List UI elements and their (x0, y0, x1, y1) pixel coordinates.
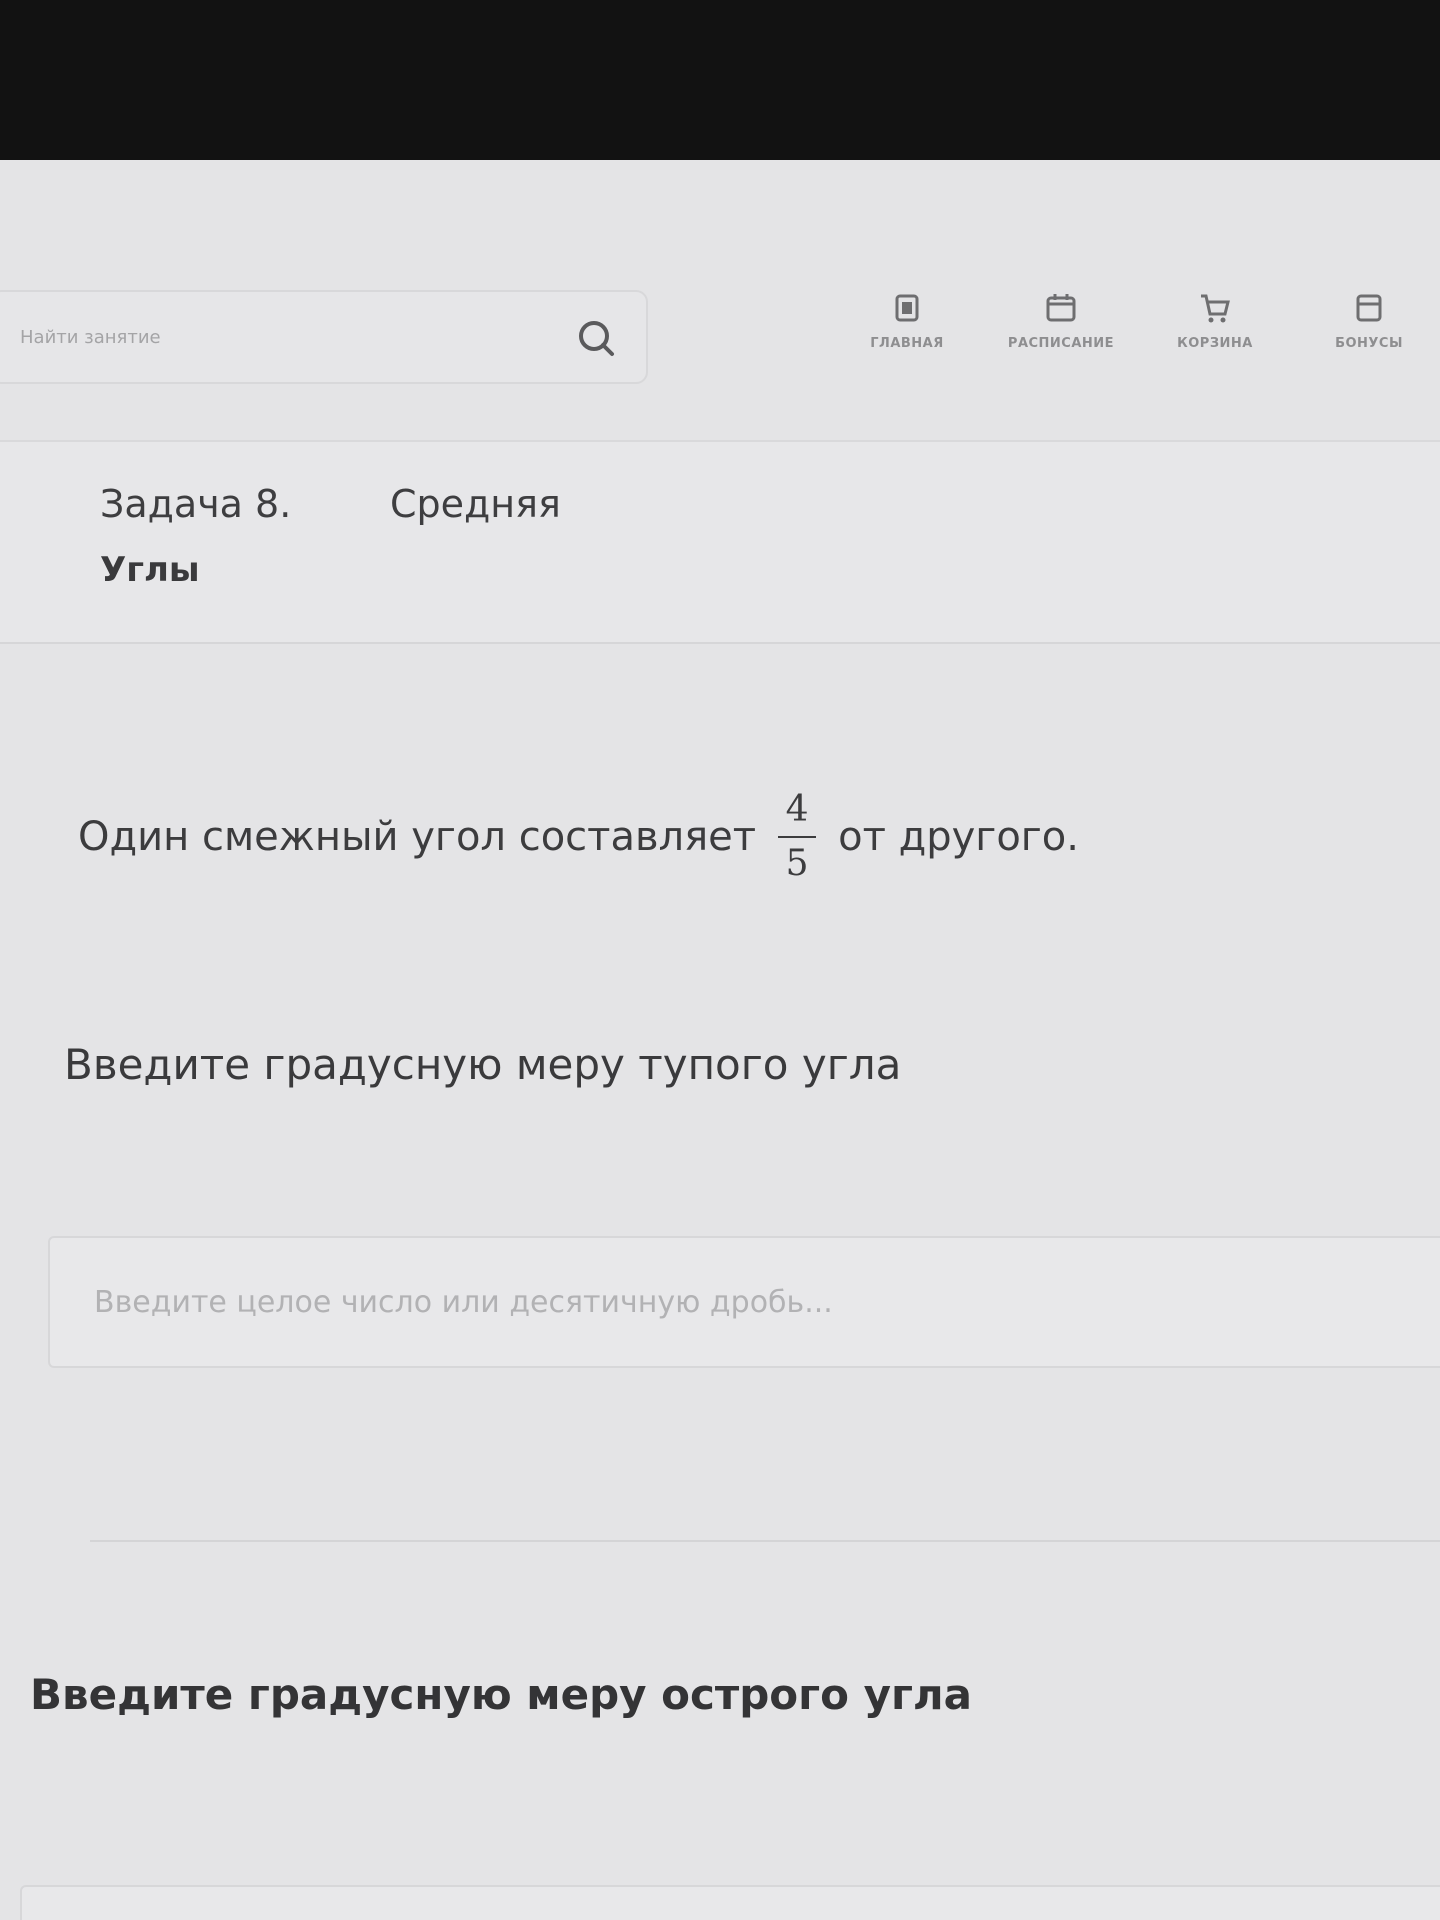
answer-input-obtuse[interactable] (92, 1276, 1096, 1328)
top-nav: ГЛАВНАЯ РАСПИСАНИЕ КОРЗИНА БОНУСЫ (830, 290, 1440, 351)
calendar-icon (1046, 294, 1076, 322)
task-header: Задача 8. Средняя Углы (0, 440, 1440, 644)
app-screen: ГЛАВНАЯ РАСПИСАНИЕ КОРЗИНА БО (0, 160, 1440, 1920)
nav-label-bonuses: БОНУСЫ (1335, 336, 1403, 351)
fraction-bar (778, 835, 817, 838)
nav-item-cart[interactable]: КОРЗИНА (1138, 290, 1292, 351)
answer-field-obtuse[interactable] (48, 1236, 1440, 1368)
nav-label-home: ГЛАВНАЯ (870, 336, 944, 351)
task-number: Задача 8. (100, 482, 292, 526)
nav-label-cart: КОРЗИНА (1177, 336, 1253, 351)
section-divider (90, 1540, 1440, 1542)
nav-label-schedule: РАСПИСАНИЕ (1007, 336, 1115, 351)
bonus-icon (1356, 294, 1382, 322)
search-bar (0, 290, 648, 384)
fraction-denominator: 5 (785, 842, 809, 884)
task-topic: Углы (100, 550, 200, 590)
problem-text-before: Один смежный угол составляет (78, 813, 757, 860)
home-icon (895, 294, 919, 322)
search-input[interactable] (18, 312, 542, 362)
question-acute-angle: Введите градусную меру острого угла (30, 1670, 973, 1719)
search-icon[interactable] (574, 316, 618, 360)
nav-item-schedule[interactable]: РАСПИСАНИЕ (984, 290, 1138, 351)
problem-text-after: от другого. (838, 813, 1079, 860)
difficulty-label: Средняя (390, 482, 561, 526)
question-obtuse-angle: Введите градусную меру тупого угла (64, 1040, 902, 1089)
cart-icon (1201, 294, 1230, 323)
fraction-numerator: 4 (785, 789, 809, 830)
problem-statement: Один смежный угол составляет 4 5 от друг… (78, 790, 1079, 883)
answer-field-acute[interactable] (20, 1885, 1440, 1920)
fraction: 4 5 (778, 789, 817, 884)
nav-item-home[interactable]: ГЛАВНАЯ (830, 290, 984, 351)
nav-item-bonuses[interactable]: БОНУСЫ (1292, 290, 1440, 351)
monitor-bezel (0, 0, 1440, 160)
